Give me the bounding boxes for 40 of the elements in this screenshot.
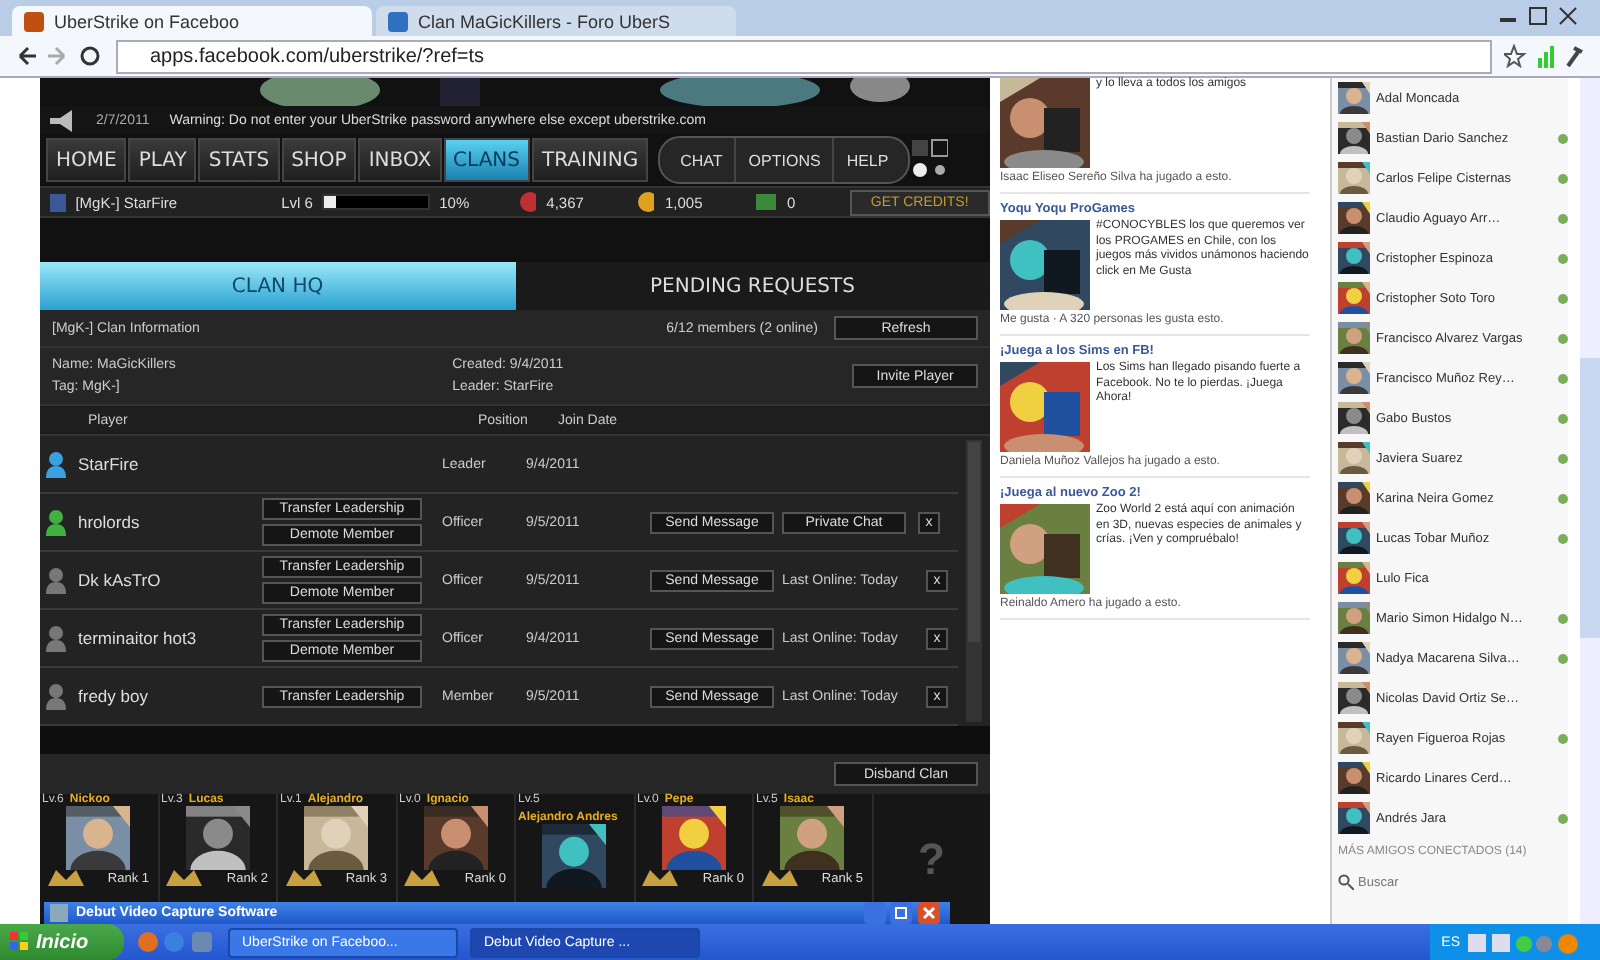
- menu-button[interactable]: HELP: [832, 138, 901, 182]
- nav-tab[interactable]: SHOP: [281, 138, 357, 182]
- menu-button[interactable]: OPTIONS: [734, 138, 833, 182]
- sound-fullscreen-icons[interactable]: [912, 138, 949, 182]
- window-controls-icon[interactable]: [864, 902, 944, 924]
- rank-emblem-icon: [47, 870, 84, 886]
- rank-emblem-icon: [761, 870, 798, 886]
- nav-tab[interactable]: HOME: [46, 138, 127, 182]
- coin-icon: [637, 192, 655, 212]
- player-name: Dk kAsTrO: [78, 570, 163, 590]
- navigation-icon[interactable]: [16, 44, 104, 68]
- unknown-friend: ?: [918, 833, 945, 885]
- start-button[interactable]: Inicio: [0, 924, 124, 960]
- player-name: terminaitor hot3: [78, 628, 199, 648]
- browser-tab[interactable]: Clan MaGicKillers - Foro UberS: [376, 6, 736, 36]
- rank-emblem-icon: [404, 870, 441, 886]
- nav-tab[interactable]: TRAINING: [532, 138, 649, 182]
- points-icon: [519, 192, 537, 212]
- player-name: hrolords: [78, 512, 142, 532]
- clan-tab[interactable]: CLAN HQ: [40, 262, 515, 310]
- window-controls-icon[interactable]: [1500, 6, 1580, 26]
- app-icon: [50, 904, 68, 922]
- cash-icon: [756, 194, 777, 210]
- rank-emblem-icon: [166, 870, 203, 886]
- player-name: fredy boy: [78, 686, 150, 706]
- rank-emblem-icon: [285, 870, 322, 886]
- browser-tab[interactable]: UberStrike on Faceboo: [12, 6, 372, 36]
- player-name: StarFire: [78, 454, 141, 474]
- nav-tab[interactable]: STATS: [198, 138, 280, 182]
- address-field[interactable]: apps.facebook.com/uberstrike/?ref=ts: [116, 39, 1492, 73]
- nav-tab[interactable]: PLAY: [128, 138, 197, 182]
- windows-logo-icon: [10, 932, 30, 952]
- nav-tab[interactable]: INBOX: [358, 138, 442, 182]
- rank-emblem-icon: [642, 870, 679, 886]
- search-icon: [1338, 874, 1354, 890]
- scrollbar[interactable]: [966, 440, 982, 722]
- toolbar-icons[interactable]: [1504, 44, 1584, 68]
- scrollbar[interactable]: [1580, 78, 1600, 924]
- menu-button[interactable]: CHAT: [668, 138, 735, 182]
- nav-tab[interactable]: CLANS: [443, 138, 530, 182]
